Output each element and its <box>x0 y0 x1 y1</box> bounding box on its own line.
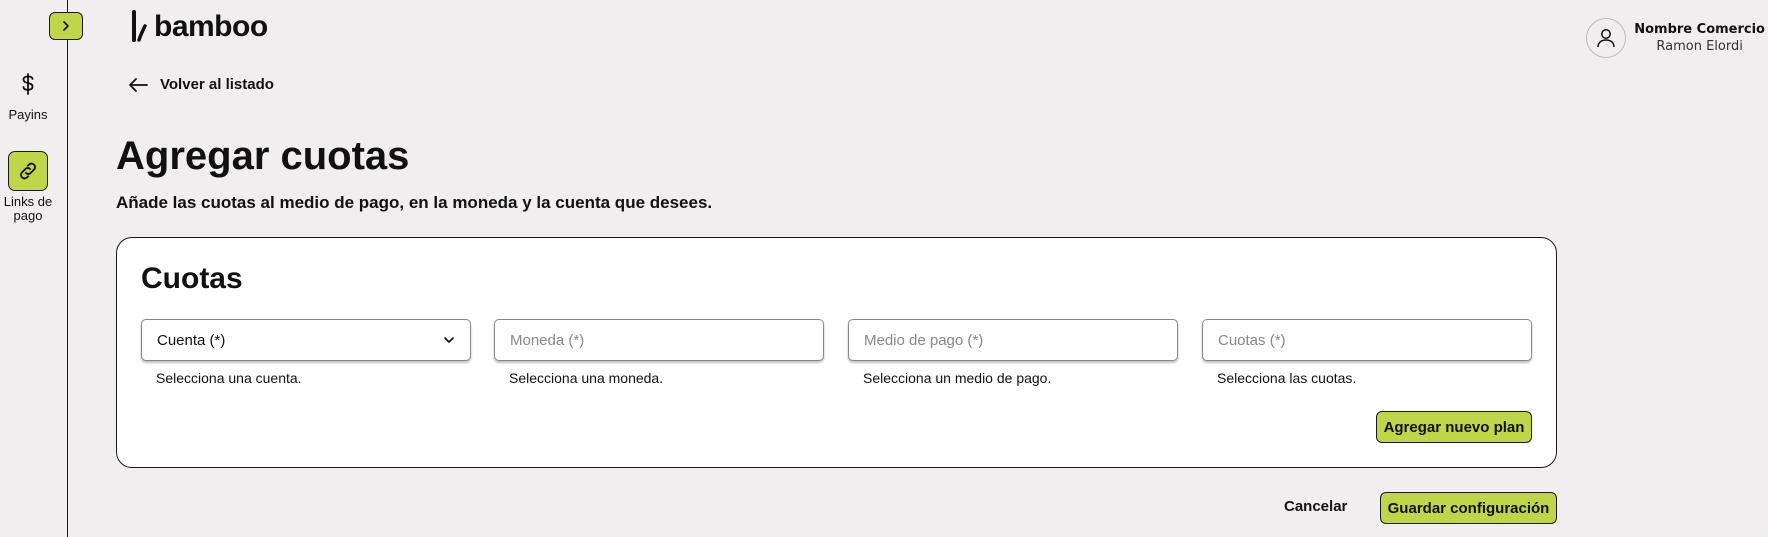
page-subtitle: Añade las cuotas al medio de pago, en la… <box>116 193 713 212</box>
link-icon <box>8 151 48 191</box>
user-menu[interactable]: Nombre Comercio Ramon Elordi <box>1586 18 1765 58</box>
payment-method-field: Medio de pago (*) Selecciona un medio de… <box>848 319 1178 386</box>
payment-method-select-label: Medio de pago (*) <box>864 331 984 349</box>
currency-field: Moneda (*) Selecciona una moneda. <box>494 319 824 386</box>
save-configuration-button[interactable]: Guardar configuración <box>1380 492 1557 524</box>
sidebar: Payins Links de pago <box>0 0 83 537</box>
currency-select-label: Moneda (*) <box>510 331 585 349</box>
account-field: Cuenta (*) Selecciona una cuenta. <box>141 319 471 386</box>
installments-hint: Selecciona las cuotas. <box>1217 370 1357 386</box>
installments-card: Cuotas Cuenta (*) Selecciona una cuenta.… <box>116 237 1557 468</box>
bamboo-logo-icon <box>132 10 147 42</box>
dollar-icon <box>8 64 48 104</box>
chevron-right-icon <box>63 21 69 31</box>
user-info: Nombre Comercio Ramon Elordi <box>1634 22 1765 54</box>
chevron-down-icon <box>444 337 454 343</box>
installments-field: Cuotas (*) Selecciona las cuotas. <box>1202 319 1532 386</box>
sidebar-item-payins[interactable]: Payins <box>0 64 56 122</box>
avatar[interactable] <box>1586 18 1627 58</box>
user-icon <box>1597 29 1615 48</box>
arrow-left-icon <box>129 77 148 92</box>
add-plan-button[interactable]: Agregar nuevo plan <box>1376 411 1532 443</box>
account-select[interactable]: Cuenta (*) <box>141 319 471 361</box>
cancel-button[interactable]: Cancelar <box>1284 498 1347 515</box>
currency-select[interactable]: Moneda (*) <box>494 319 824 361</box>
account-hint: Selecciona una cuenta. <box>156 370 302 386</box>
page-title: Agregar cuotas <box>116 134 410 178</box>
payment-method-select[interactable]: Medio de pago (*) <box>848 319 1178 361</box>
logo-text: bamboo <box>154 10 268 43</box>
sidebar-item-links-de-pago[interactable]: Links de pago <box>0 151 56 223</box>
sidebar-item-label: Payins <box>8 107 48 122</box>
back-link[interactable]: Volver al listado <box>128 76 274 93</box>
installments-select[interactable]: Cuotas (*) <box>1202 319 1532 361</box>
account-select-label: Cuenta (*) <box>157 331 226 349</box>
currency-hint: Selecciona una moneda. <box>509 370 664 386</box>
user-subtitle: Ramon Elordi <box>1656 39 1743 54</box>
payment-method-hint: Selecciona un medio de pago. <box>863 370 1052 386</box>
installments-select-label: Cuotas (*) <box>1218 331 1286 349</box>
card-title: Cuotas <box>141 262 243 295</box>
brand-logo: bamboo <box>130 10 268 44</box>
back-link-label: Volver al listado <box>160 76 274 93</box>
user-name: Nombre Comercio <box>1634 22 1765 37</box>
sidebar-item-label: Links de pago <box>3 194 53 223</box>
sidebar-toggle-button[interactable] <box>49 12 83 40</box>
